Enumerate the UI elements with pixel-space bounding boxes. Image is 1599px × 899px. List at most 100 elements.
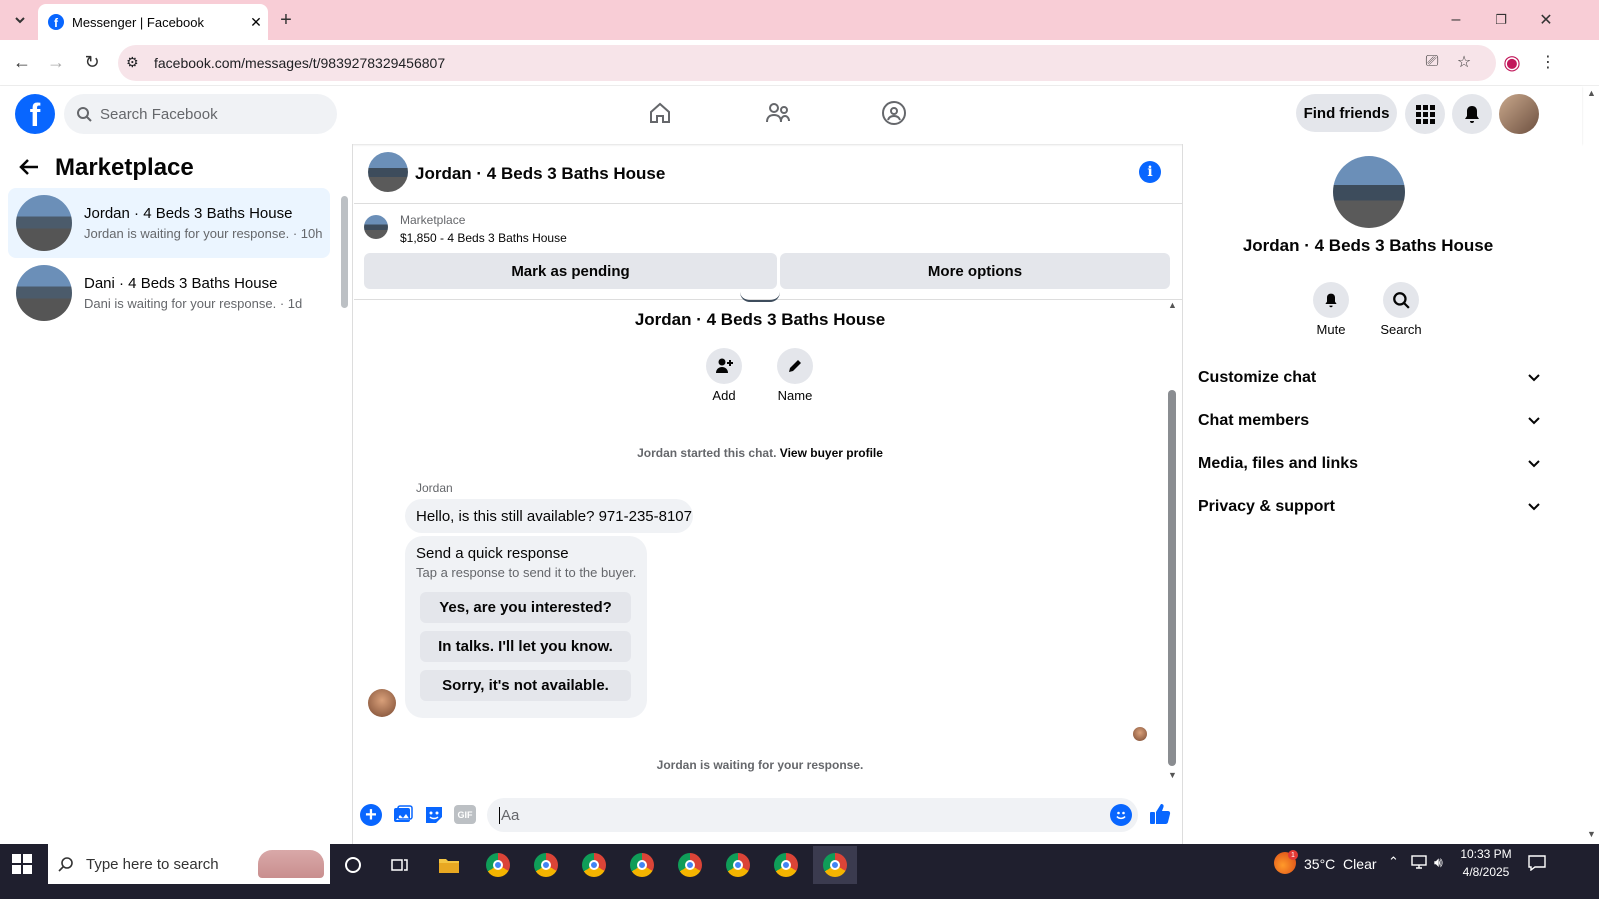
mute-label: Mute <box>1316 322 1346 337</box>
quick-response-title: Send a quick response <box>416 545 569 562</box>
photo-attach-icon[interactable] <box>392 804 414 831</box>
details-avatar <box>1333 156 1405 228</box>
chrome-window-icon[interactable] <box>623 848 661 882</box>
chrome-window-icon[interactable] <box>719 848 757 882</box>
action-center-icon[interactable] <box>1528 855 1546 876</box>
more-options-button[interactable]: More options <box>780 253 1170 289</box>
account-avatar[interactable] <box>1499 94 1539 134</box>
listing-source: Marketplace <box>400 213 466 227</box>
weather-text[interactable]: 35°C Clear <box>1304 856 1377 872</box>
chrome-window-icon[interactable] <box>671 848 709 882</box>
home-icon[interactable] <box>643 98 677 128</box>
back-arrow-icon[interactable] <box>18 156 40 184</box>
tab-close-icon[interactable]: ✕ <box>244 14 268 31</box>
search-in-chat-icon[interactable] <box>1383 282 1419 318</box>
clock-time[interactable]: 10:33 PM <box>1458 847 1514 861</box>
chat-title[interactable]: Jordan · 4 Beds 3 Baths House <box>415 164 665 184</box>
edit-name-pencil-icon[interactable] <box>777 348 813 384</box>
facebook-logo-icon[interactable]: f <box>15 94 55 134</box>
media-files-links-section[interactable]: Media, files and links <box>1198 444 1548 484</box>
thumbs-up-icon[interactable] <box>1148 802 1172 831</box>
add-person-icon[interactable] <box>706 348 742 384</box>
gif-icon[interactable]: GIF <box>454 805 476 824</box>
url-text: facebook.com/messages/t/9839278329456807 <box>154 55 446 71</box>
forward-icon[interactable]: → <box>40 46 72 78</box>
conversation-scrollbar[interactable] <box>341 196 348 308</box>
tray-chevron-up-icon[interactable]: ⌃ <box>1388 854 1399 870</box>
details-name: Jordan · 4 Beds 3 Baths House <box>1242 236 1494 255</box>
tab-list-chevron-icon[interactable] <box>4 4 36 36</box>
task-view-icon[interactable] <box>381 848 419 882</box>
conversation-item[interactable]: Jordan · 4 Beds 3 Baths House Jordan is … <box>8 188 330 258</box>
chrome-window-icon[interactable] <box>767 848 805 882</box>
quick-reply-button[interactable]: Sorry, it's not available. <box>420 670 631 701</box>
network-icon[interactable] <box>1410 855 1428 874</box>
file-explorer-icon[interactable] <box>430 848 468 882</box>
quick-reply-button[interactable]: In talks. I'll let you know. <box>420 631 631 662</box>
taskbar-search-placeholder: Type here to search <box>86 855 219 873</box>
reload-icon[interactable]: ↻ <box>76 46 108 78</box>
listing-detail[interactable]: $1,850 - 4 Beds 3 Baths House <box>400 231 567 245</box>
notifications-bell-icon[interactable] <box>1452 94 1492 134</box>
conversation-item[interactable]: Dani · 4 Beds 3 Baths House Dani is wait… <box>8 258 330 328</box>
privacy-support-section[interactable]: Privacy & support <box>1198 487 1548 527</box>
page-scroll-down-icon[interactable]: ▼ <box>1587 829 1596 839</box>
search-placeholder: Search Facebook <box>100 105 218 123</box>
new-tab-icon[interactable]: + <box>270 4 302 36</box>
chat-scrollbar[interactable] <box>1168 390 1176 766</box>
address-bar[interactable]: ⚙ facebook.com/messages/t/98392783294568… <box>118 45 1496 81</box>
plus-actions-icon[interactable]: + <box>360 804 382 826</box>
browser-tab[interactable]: f Messenger | Facebook ✕ <box>38 4 268 40</box>
window-close-icon[interactable]: ✕ <box>1530 4 1562 36</box>
page-scrollbar[interactable] <box>1584 86 1599 844</box>
quick-reply-button[interactable]: Yes, are you interested? <box>420 592 631 623</box>
install-app-icon[interactable]: ⎚ <box>1416 46 1448 78</box>
sticker-icon[interactable] <box>423 804 445 831</box>
quick-response-subtitle: Tap a response to send it to the buyer. <box>416 565 637 580</box>
cortana-icon[interactable] <box>334 848 372 882</box>
bookmark-star-icon[interactable]: ☆ <box>1448 46 1480 78</box>
section-label: Privacy & support <box>1198 498 1335 515</box>
listing-thumbnail <box>16 265 72 321</box>
find-friends-button[interactable]: Find friends <box>1296 94 1397 132</box>
add-label: Add <box>712 388 736 403</box>
mute-bell-icon[interactable] <box>1313 282 1349 318</box>
browser-menu-icon[interactable]: ⋮ <box>1532 46 1564 78</box>
panel-title: Marketplace <box>55 154 194 181</box>
windows-start-icon[interactable] <box>12 854 32 879</box>
chrome-window-icon[interactable] <box>575 848 613 882</box>
view-buyer-profile-link[interactable]: View buyer profile <box>780 446 883 460</box>
chat-avatar[interactable] <box>368 152 408 192</box>
page-scroll-up-icon[interactable]: ▲ <box>1587 88 1596 98</box>
customize-chat-section[interactable]: Customize chat <box>1198 358 1548 398</box>
friends-icon[interactable] <box>761 98 795 128</box>
chrome-window-icon[interactable] <box>479 848 517 882</box>
section-label: Media, files and links <box>1198 455 1359 472</box>
minimize-icon[interactable]: – <box>1440 4 1472 36</box>
sender-avatar[interactable] <box>368 689 396 717</box>
clock-date[interactable]: 4/8/2025 <box>1458 865 1514 879</box>
mark-as-pending-button[interactable]: Mark as pending <box>364 253 777 289</box>
message-bubble[interactable]: Hello, is this still available? 971-235-… <box>405 499 693 533</box>
restore-icon[interactable]: ❐ <box>1485 4 1517 36</box>
groups-icon[interactable] <box>877 98 911 128</box>
info-icon[interactable]: i <box>1139 161 1161 183</box>
emoji-icon[interactable] <box>1110 804 1132 826</box>
chrome-window-icon[interactable] <box>527 848 565 882</box>
search-icon <box>58 857 73 872</box>
message-input[interactable]: Aa <box>487 798 1138 832</box>
profile-icon[interactable]: ◉ <box>1496 46 1528 78</box>
scroll-up-arrow-icon[interactable]: ▲ <box>1168 300 1177 310</box>
tab-title: Messenger | Facebook <box>72 14 204 30</box>
facebook-search-input[interactable]: Search Facebook <box>64 94 337 134</box>
back-icon[interactable]: ← <box>6 46 38 78</box>
menu-grid-icon[interactable] <box>1405 94 1445 134</box>
taskbar-search-input[interactable]: Type here to search <box>48 844 330 884</box>
site-info-icon[interactable]: ⚙ <box>126 54 139 71</box>
chat-members-section[interactable]: Chat members <box>1198 401 1548 441</box>
listing-thumbnail[interactable] <box>364 215 388 239</box>
scroll-down-arrow-icon[interactable]: ▼ <box>1168 770 1177 780</box>
volume-icon[interactable]: 🔊︎ <box>1434 854 1443 871</box>
chrome-window-active-icon[interactable] <box>813 846 857 884</box>
section-label: Chat members <box>1198 412 1310 429</box>
